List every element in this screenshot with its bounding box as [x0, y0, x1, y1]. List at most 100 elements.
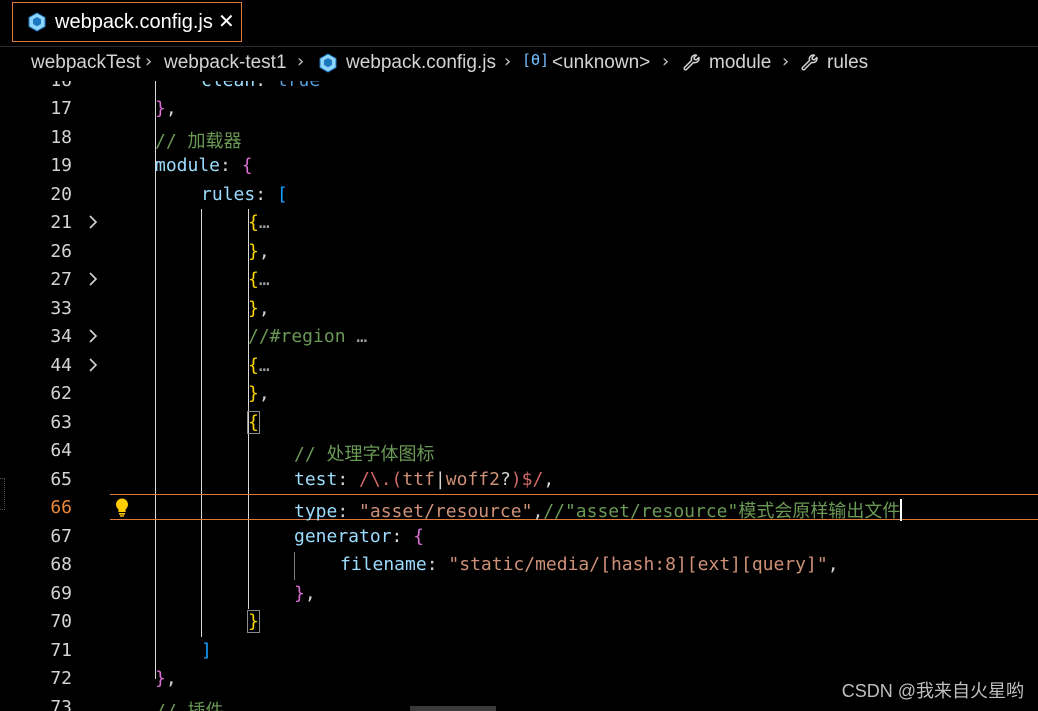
regex-token: ttf — [402, 469, 435, 490]
folded-ellipsis[interactable]: … — [356, 326, 367, 347]
breadcrumb-item-file[interactable]: webpack.config.js — [346, 52, 496, 74]
line-number: 66 — [50, 497, 72, 518]
breadcrumb-item-webpack-test1[interactable]: webpack-test1 — [164, 52, 287, 74]
line-number: 34 — [50, 326, 72, 347]
line-number: 18 — [50, 127, 72, 148]
line-number: 26 — [50, 241, 72, 262]
code-line[interactable]: 18 // 加载器 — [0, 124, 1038, 152]
code-line[interactable]: 67 generator: { — [0, 523, 1038, 551]
code-editor[interactable]: 16 clean: true 17 }, 18 // 加载器 19 module… — [0, 81, 1038, 711]
chevron-right-icon: › — [297, 51, 305, 72]
regex-token: $/ — [521, 469, 544, 490]
line-number: 21 — [50, 212, 72, 233]
line-number: 64 — [50, 440, 72, 461]
line-number: 16 — [20, 81, 72, 91]
code-line[interactable]: 65 test: /\.(ttf|woff2?)$/, — [0, 466, 1038, 494]
code-line[interactable]: 16 clean: true — [0, 81, 1038, 95]
line-number: 62 — [50, 383, 72, 404]
code-line[interactable]: 34 //#region … — [0, 323, 1038, 351]
line-number: 70 — [50, 611, 72, 632]
chevron-right-icon[interactable] — [86, 270, 100, 288]
regex-token: /\.( — [359, 469, 403, 490]
chevron-right-icon: › — [504, 51, 512, 72]
line-number: 67 — [50, 526, 72, 547]
line-number: 33 — [50, 298, 72, 319]
webpack-cube-icon — [319, 53, 337, 73]
gutter-marker — [0, 478, 5, 510]
close-icon[interactable]: ✕ — [218, 9, 235, 33]
code-line[interactable]: 19 module: { — [0, 152, 1038, 180]
code-string: "static/media/[hash:8][ext][query]" — [448, 554, 828, 575]
breadcrumb: webpackTest › webpack-test1 › webpack.co… — [0, 47, 1038, 81]
code-comment: //#region — [248, 326, 346, 347]
line-number: 71 — [50, 640, 72, 661]
code-line[interactable]: 27 {… — [0, 266, 1038, 294]
line-number: 63 — [50, 412, 72, 433]
code-line[interactable]: 44 {… — [0, 352, 1038, 380]
code-line-active[interactable]: 66 type: "asset/resource",//"asset/resou… — [0, 494, 1038, 522]
code-line[interactable]: 68 filename: "static/media/[hash:8][ext]… — [0, 551, 1038, 579]
folded-ellipsis[interactable]: … — [259, 355, 270, 376]
line-number: 19 — [50, 155, 72, 176]
chevron-right-icon[interactable] — [86, 356, 100, 374]
code-line[interactable]: 26 }, — [0, 238, 1038, 266]
regex-token: ) — [510, 469, 522, 490]
line-number: 68 — [50, 554, 72, 575]
line-number: 44 — [50, 355, 72, 376]
tab-title: webpack.config.js — [55, 11, 213, 33]
line-number: 69 — [50, 583, 72, 604]
tab-webpack-config[interactable]: webpack.config.js ✕ — [12, 2, 242, 42]
line-number: 17 — [50, 98, 72, 119]
code-line[interactable]: 64 // 处理字体图标 — [0, 437, 1038, 465]
breadcrumb-item-rules[interactable]: rules — [827, 52, 868, 74]
line-number: 65 — [50, 469, 72, 490]
code-comment: // 处理字体图标 — [294, 444, 435, 465]
line-number: 27 — [50, 269, 72, 290]
code-line[interactable]: 70 } — [0, 608, 1038, 636]
horizontal-scrollbar-thumb[interactable] — [410, 706, 496, 711]
regex-token: | — [434, 469, 446, 490]
text-cursor — [900, 499, 903, 521]
code-token: true — [277, 81, 320, 91]
line-number: 73 — [50, 697, 72, 711]
chevron-right-icon: › — [782, 51, 790, 72]
regex-token: woff2 — [445, 469, 500, 490]
line-number: 20 — [50, 184, 72, 205]
code-token: rules — [201, 184, 256, 205]
code-line[interactable]: 62 }, — [0, 380, 1038, 408]
webpack-cube-icon — [28, 12, 46, 32]
code-line[interactable]: 20 rules: [ — [0, 181, 1038, 209]
folded-ellipsis[interactable]: … — [259, 212, 270, 233]
code-comment: //"asset/resource"模式会原样输出文件 — [543, 501, 901, 522]
wrench-icon — [801, 54, 818, 71]
tab-bar: webpack.config.js ✕ — [0, 0, 1038, 47]
breadcrumb-item-webpacktest[interactable]: webpackTest — [31, 52, 141, 74]
watermark: CSDN @我来自火星哟 — [841, 681, 1024, 701]
chevron-right-icon: › — [662, 51, 670, 72]
code-line[interactable]: 71 ] — [0, 637, 1038, 665]
code-line[interactable]: 63 { — [0, 409, 1038, 437]
lightbulb-icon[interactable] — [113, 497, 131, 517]
code-token: filename — [340, 554, 427, 575]
line-number: 72 — [50, 668, 72, 689]
wrench-icon — [683, 54, 700, 71]
folded-ellipsis[interactable]: … — [259, 269, 270, 290]
code-token: type — [294, 501, 338, 522]
regex-token: ? — [499, 469, 511, 490]
code-line[interactable]: 69 }, — [0, 580, 1038, 608]
code-token: test — [294, 469, 338, 490]
breadcrumb-item-module[interactable]: module — [709, 52, 771, 74]
code-line[interactable]: 21 {… — [0, 209, 1038, 237]
symbol-variable-icon: [ϴ] — [522, 51, 550, 69]
chevron-right-icon[interactable] — [86, 327, 100, 345]
code-token: clean — [201, 81, 255, 91]
chevron-right-icon: › — [145, 51, 153, 72]
breadcrumb-item-unknown[interactable]: <unknown> — [552, 52, 650, 74]
code-line[interactable]: 17 }, — [0, 95, 1038, 123]
chevron-right-icon[interactable] — [86, 213, 100, 231]
code-token: module — [155, 155, 221, 176]
code-token: generator — [294, 526, 392, 547]
code-string: "asset/resource" — [359, 501, 533, 522]
code-line[interactable]: 33 }, — [0, 295, 1038, 323]
code-comment: // 插件 — [155, 697, 224, 711]
